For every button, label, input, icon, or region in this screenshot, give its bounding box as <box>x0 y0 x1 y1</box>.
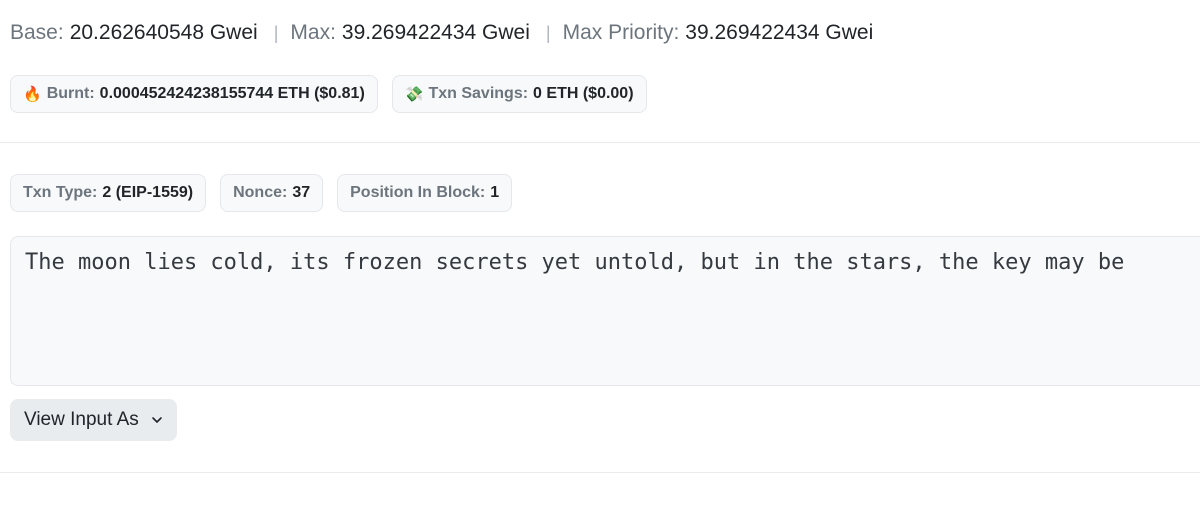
txn-savings-label: Txn Savings: <box>428 85 529 102</box>
txn-savings-value: 0 ETH ($0.00) <box>533 85 634 102</box>
max-priority-fee-label: Max Priority: <box>562 21 680 44</box>
burnt-label: Burnt: <box>46 85 95 102</box>
chevron-down-icon <box>151 417 162 423</box>
input-data-textarea[interactable]: The moon lies cold, its frozen secrets y… <box>10 236 1200 386</box>
view-input-as-button[interactable]: View Input As <box>10 399 177 441</box>
position-in-block-label: Position In Block: <box>350 184 486 201</box>
gas-fees-row: Base: 20.262640548 Gwei | Max: 39.269422… <box>10 20 873 46</box>
input-data-text: The moon lies cold, its frozen secrets y… <box>25 250 1125 275</box>
txn-attributes-row: Txn Type: 2 (EIP-1559) Nonce: 37 Positio… <box>10 174 526 212</box>
max-priority-fee-value: 39.269422434 Gwei <box>685 21 874 44</box>
fee-chips-row: 🔥 Burnt: 0.000452424238155744 ETH ($0.81… <box>10 75 661 113</box>
fire-icon: 🔥 <box>23 85 42 103</box>
section-divider <box>0 142 1200 143</box>
nonce-badge: Nonce: 37 <box>220 174 324 212</box>
transaction-details: Base: 20.262640548 Gwei | Max: 39.269422… <box>0 0 1200 512</box>
burnt-fees-badge: 🔥 Burnt: 0.000452424238155744 ETH ($0.81… <box>10 75 378 113</box>
position-in-block-value: 1 <box>490 184 500 201</box>
separator: | <box>273 23 279 43</box>
txn-type-value: 2 (EIP-1559) <box>102 184 194 201</box>
max-fee-value: 39.269422434 Gwei <box>341 21 530 44</box>
separator: | <box>545 23 551 43</box>
section-divider <box>0 472 1200 473</box>
nonce-value: 37 <box>292 184 311 201</box>
burnt-value: 0.000452424238155744 ETH ($0.81) <box>99 85 365 102</box>
base-fee-value: 20.262640548 Gwei <box>69 21 258 44</box>
base-fee-label: Base: <box>10 21 64 44</box>
nonce-label: Nonce: <box>233 184 288 201</box>
txn-type-badge: Txn Type: 2 (EIP-1559) <box>10 174 207 212</box>
view-input-as-label: View Input As <box>24 409 139 430</box>
money-icon: 💸 <box>404 85 424 103</box>
txn-savings-badge: 💸 Txn Savings: 0 ETH ($0.00) <box>391 75 647 113</box>
position-in-block-badge: Position In Block: 1 <box>337 174 513 212</box>
txn-type-label: Txn Type: <box>23 184 98 201</box>
max-fee-label: Max: <box>290 21 336 44</box>
